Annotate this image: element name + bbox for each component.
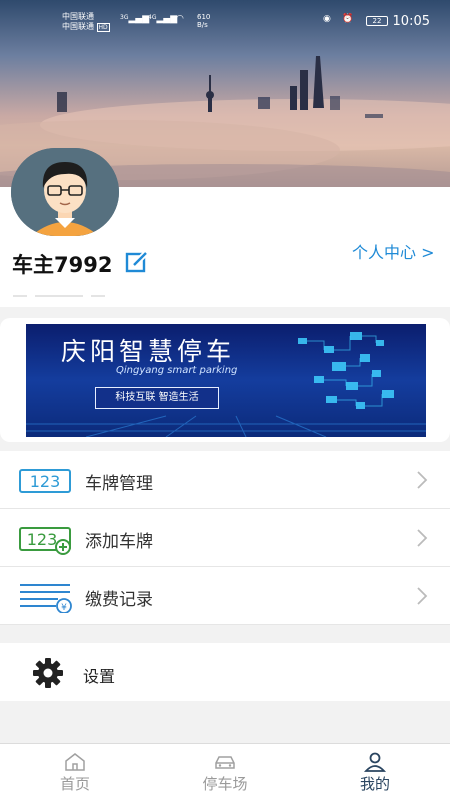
nav-mine[interactable]: 我的 [300, 744, 450, 800]
eye-icon: ◉ [323, 14, 331, 24]
signal-icon-2: 4G▂▄▆ [148, 14, 178, 24]
nav-label: 首页 [59, 775, 90, 793]
nav-label: 我的 [359, 775, 390, 793]
svg-text:123: 123 [30, 472, 61, 491]
nav-parking-lots[interactable]: 停车场 [150, 744, 300, 800]
bottom-nav: 首页 停车场 我的 [0, 743, 450, 800]
promo-banner[interactable]: 庆阳智慧停车 Qingyang smart parking 科技互联 智造生活 [26, 324, 426, 437]
menu-item-label: 车牌管理 [85, 474, 153, 494]
nav-label: 停车场 [202, 775, 248, 793]
menu-item-payment-records[interactable]: ¥ 缴费记录 [0, 567, 450, 625]
status-time: 10:05 [392, 14, 430, 29]
banner-subtitle: Qingyang smart parking [116, 365, 238, 376]
alarm-icon: ⏰ [342, 14, 354, 24]
settings-item[interactable]: 设置 [0, 643, 450, 701]
user-icon [363, 752, 387, 772]
home-icon [65, 753, 85, 771]
svg-text:123: 123 [27, 530, 58, 549]
banner-tagline: 科技互联 智造生活 [95, 387, 219, 409]
edit-icon[interactable] [125, 251, 149, 273]
menu-item-label: 缴费记录 [85, 590, 153, 610]
add-plate-icon: 123 [19, 527, 71, 555]
profile-subline [13, 285, 133, 299]
avatar-illustration [11, 148, 119, 236]
chevron-right-icon [417, 529, 428, 547]
chevron-right-icon [417, 471, 428, 489]
personal-center-link[interactable]: 个人中心 > [352, 239, 435, 263]
banner-title: 庆阳智慧停车 [61, 337, 236, 366]
svg-text:¥: ¥ [61, 603, 67, 613]
menu-item-label: 添加车牌 [85, 532, 153, 552]
menu-list: 123 车牌管理 123 添加车牌 ¥ 缴费记录 [0, 451, 450, 625]
banner-card: 庆阳智慧停车 Qingyang smart parking 科技互联 智造生活 [0, 318, 450, 442]
payment-record-icon: ¥ [20, 584, 72, 613]
hd-badge: HD [96, 23, 110, 32]
battery-icon: 22 [366, 16, 388, 26]
carrier-1: 中国联通 [62, 12, 94, 21]
settings-label: 设置 [83, 667, 116, 686]
status-bar: 中国联通 中国联通 HD 3G▂▄▆ 4G▂▄▆ ◠ 610 B/s ◉ ⏰ 22… [0, 0, 450, 40]
plate-123-icon: 123 [19, 469, 71, 493]
chevron-right-icon [417, 587, 428, 605]
wifi-icon: ◠ [176, 14, 184, 24]
username: 车主7992 [12, 253, 113, 277]
network-speed: 610 B/s [197, 13, 211, 29]
carrier-2: 中国联通 [62, 22, 94, 31]
menu-item-add-plate[interactable]: 123 添加车牌 [0, 509, 450, 567]
nav-home[interactable]: 首页 [0, 744, 150, 800]
car-icon [215, 756, 235, 769]
menu-item-plate-management[interactable]: 123 车牌管理 [0, 451, 450, 509]
gear-icon [33, 658, 63, 688]
signal-icon-1: 3G▂▄▆ [120, 14, 150, 24]
carrier-info: 中国联通 中国联通 HD [62, 12, 110, 33]
avatar[interactable] [11, 148, 119, 236]
